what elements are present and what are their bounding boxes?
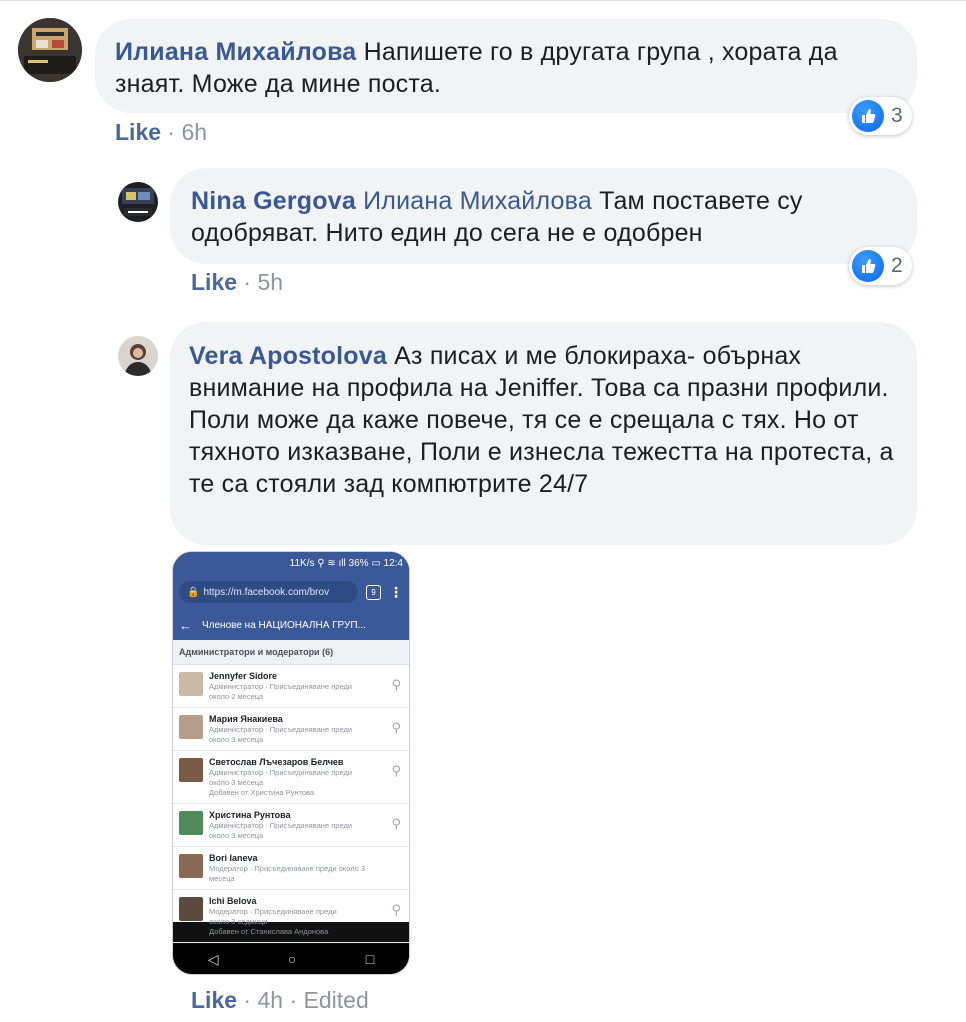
status-bar-text: 11K/s ⚲ ≋ ıll 36% ▭ 12:4 bbox=[289, 557, 403, 569]
back-triangle-icon: ◁ bbox=[207, 950, 219, 967]
comment-time[interactable]: 4h bbox=[257, 987, 283, 1013]
member-avatar bbox=[179, 672, 203, 696]
avatar-iliana[interactable] bbox=[18, 18, 82, 82]
member-row: Bori Ianeva Модератор · Присъединяване пр… bbox=[173, 847, 409, 890]
comment-bubble: Vera Apostolova Аз писах и ме блокираха-… bbox=[170, 322, 917, 545]
back-arrow-icon: ← bbox=[179, 617, 192, 633]
member-detail: около 3 месеца bbox=[209, 735, 264, 744]
member-list: Администратори и модератори (6) Jennyfer… bbox=[173, 640, 409, 943]
more-vert-icon: ⋮ bbox=[389, 583, 403, 600]
add-friend-icon: ⚲ bbox=[391, 902, 401, 917]
separator: · bbox=[243, 987, 252, 1013]
member-row: Светослав Лъчезаров Белчев Администратор … bbox=[173, 751, 409, 804]
member-detail: около 3 седмици bbox=[209, 917, 268, 926]
member-detail: Администратор · Присъединяване преди bbox=[209, 821, 353, 830]
member-info: Jennyfer Sidore Администратор · Присъедин… bbox=[209, 670, 403, 702]
member-row: Христина Рунтова Администратор · Присъеди… bbox=[173, 804, 409, 847]
like-button[interactable]: Like bbox=[115, 119, 161, 145]
member-detail: Добавен от Христина Рунтова bbox=[209, 788, 315, 797]
edited-label[interactable]: Edited bbox=[304, 987, 369, 1013]
recents-square-icon: □ bbox=[365, 951, 375, 967]
member-detail: Модератор · Присъединяване преди bbox=[209, 907, 337, 916]
lock-icon: 🔒 bbox=[187, 586, 200, 598]
separator: · bbox=[167, 119, 176, 145]
member-row: Мария Янакиева Администратор · Присъединя… bbox=[173, 708, 409, 751]
member-detail: Администратор · Присъединяване преди bbox=[209, 725, 353, 734]
add-friend-icon: ⚲ bbox=[391, 677, 401, 692]
like-button[interactable]: Like bbox=[191, 987, 237, 1013]
comment-bubble: Илиана Михайлова Напишете го в другата г… bbox=[95, 19, 917, 113]
home-circle-icon: ○ bbox=[287, 951, 297, 967]
mention-link[interactable]: Илиана Михайлова bbox=[363, 187, 592, 215]
comment-author[interactable]: Илиана Михайлова bbox=[115, 38, 356, 66]
member-name: Светослав Лъчезаров Белчев bbox=[209, 757, 344, 767]
top-divider bbox=[0, 0, 966, 1]
url-bar: 🔒 https://m.facebook.com/brov bbox=[179, 581, 358, 603]
avatar-image bbox=[118, 336, 158, 376]
avatar-vera[interactable] bbox=[118, 336, 158, 376]
url-text: https://m.facebook.com/brov bbox=[203, 586, 330, 598]
member-detail: Добавен от Станислава Андонова bbox=[209, 927, 329, 936]
reaction-count[interactable]: 3 bbox=[849, 97, 912, 135]
member-name: Jennyfer Sidore bbox=[209, 671, 278, 681]
like-reaction-icon bbox=[852, 100, 884, 132]
comment-author[interactable]: Vera Apostolova bbox=[189, 342, 387, 370]
reaction-number: 3 bbox=[891, 104, 903, 127]
comment-actions: Like · 4h · Edited bbox=[191, 987, 369, 1014]
reaction-number: 2 bbox=[891, 254, 903, 277]
like-button[interactable]: Like bbox=[191, 269, 237, 295]
member-row: Ichi Belova Модератор · Присъединяване пр… bbox=[173, 890, 409, 943]
member-row: Jennyfer Sidore Администратор · Присъедин… bbox=[173, 665, 409, 708]
member-info: Светослав Лъчезаров Белчев Администратор … bbox=[209, 756, 403, 798]
avatar-nina[interactable] bbox=[118, 182, 158, 222]
member-name: Bori Ianeva bbox=[209, 853, 258, 863]
add-friend-icon: ⚲ bbox=[391, 816, 401, 831]
section-header: Администратори и модератори (6) bbox=[173, 640, 409, 665]
member-info: Мария Янакиева Администратор · Присъединя… bbox=[209, 713, 403, 745]
android-nav-bar: ◁ ○ □ bbox=[173, 944, 409, 974]
comment-time[interactable]: 5h bbox=[257, 269, 283, 295]
member-info: Ichi Belova Модератор · Присъединяване пр… bbox=[209, 895, 403, 937]
member-info: Христина Рунтова Администратор · Присъеди… bbox=[209, 809, 403, 841]
tabs-icon: 9 bbox=[366, 584, 381, 600]
reaction-count[interactable]: 2 bbox=[849, 247, 912, 285]
phone-status-bar: 11K/s ⚲ ≋ ıll 36% ▭ 12:4 bbox=[173, 552, 409, 574]
comment-actions: Like · 5h bbox=[191, 269, 283, 296]
member-avatar bbox=[179, 758, 203, 782]
member-detail: Администратор · Присъединяване преди bbox=[209, 682, 353, 691]
members-container: Jennyfer Sidore Администратор · Присъедин… bbox=[173, 665, 409, 943]
comment-author[interactable]: Nina Gergova bbox=[191, 187, 356, 215]
member-detail: около 3 месеца bbox=[209, 831, 264, 840]
avatar-image bbox=[118, 182, 158, 222]
add-friend-icon: ⚲ bbox=[391, 763, 401, 778]
member-name: Христина Рунтова bbox=[209, 810, 291, 820]
phone-browser-bar: 🔒 https://m.facebook.com/brov 9 ⋮ bbox=[173, 574, 409, 610]
member-detail: Модератор · Присъединяване преди около 3 bbox=[209, 864, 366, 873]
comment-bubble: Nina Gergova Илиана Михайлова Там постав… bbox=[170, 168, 917, 264]
member-name: Ichi Belova bbox=[209, 896, 257, 906]
member-avatar bbox=[179, 715, 203, 739]
member-detail: месеца bbox=[209, 874, 235, 883]
member-detail: около 2 месеца bbox=[209, 692, 264, 701]
like-reaction-icon bbox=[852, 250, 884, 282]
member-avatar bbox=[179, 897, 203, 921]
comment-actions: Like · 6h bbox=[115, 119, 207, 146]
member-detail: около 3 месеца bbox=[209, 778, 264, 787]
add-friend-icon: ⚲ bbox=[391, 720, 401, 735]
comment-time[interactable]: 6h bbox=[181, 119, 207, 145]
phone-page-header: ← Членове на НАЦИОНАЛНА ГРУП... bbox=[173, 610, 409, 640]
separator: · bbox=[289, 987, 298, 1013]
member-avatar bbox=[179, 811, 203, 835]
member-name: Мария Янакиева bbox=[209, 714, 283, 724]
avatar-image bbox=[18, 18, 82, 82]
page-title: Членове на НАЦИОНАЛНА ГРУП... bbox=[202, 619, 366, 631]
member-avatar bbox=[179, 854, 203, 878]
attached-screenshot[interactable]: 11K/s ⚲ ≋ ıll 36% ▭ 12:4 🔒 https://m.fac… bbox=[172, 551, 410, 975]
separator: · bbox=[243, 269, 252, 295]
member-info: Bori Ianeva Модератор · Присъединяване пр… bbox=[209, 852, 403, 884]
member-detail: Администратор · Присъединяване преди bbox=[209, 768, 353, 777]
